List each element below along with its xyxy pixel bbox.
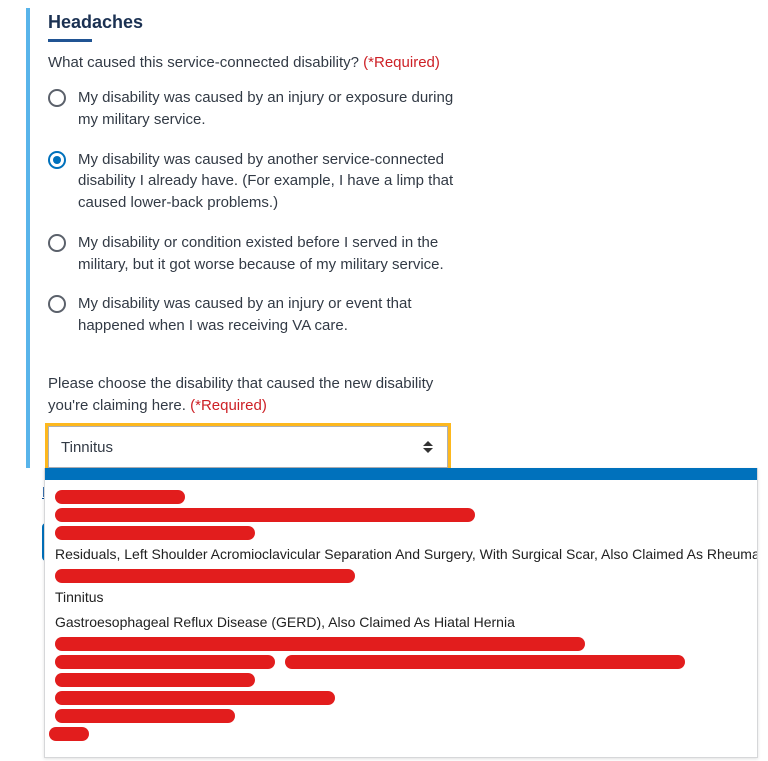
dropdown-option-gerd[interactable]: Gastroesophageal Reflux Disease (GERD), … (55, 610, 747, 635)
radio-label: My disability was caused by an injury or… (78, 293, 468, 337)
cause-radio-group: My disability was caused by an injury or… (48, 87, 768, 337)
radio-icon (48, 89, 66, 107)
cause-option-va-care[interactable]: My disability was caused by an injury or… (48, 293, 468, 337)
dropdown-option-redacted[interactable] (55, 488, 747, 506)
causing-disability-select-wrap: Tinnitus (48, 426, 448, 468)
dropdown-option-redacted[interactable] (55, 653, 747, 671)
select-value: Tinnitus (61, 439, 113, 456)
dropdown-option-redacted[interactable] (55, 524, 747, 542)
redaction-icon (285, 655, 685, 669)
required-indicator: (*Required) (363, 54, 440, 71)
dropdown-option-redacted[interactable] (55, 567, 747, 585)
dropdown-option-residuals-shoulder[interactable]: Residuals, Left Shoulder Acromioclavicul… (55, 542, 747, 567)
dropdown-option-redacted[interactable] (55, 671, 747, 689)
causing-disability-question: Please choose the disability that caused… (48, 373, 448, 417)
question-text: What caused this service-connected disab… (48, 54, 359, 71)
radio-label: My disability was caused by another serv… (78, 149, 468, 214)
cause-option-preexisting-worsened[interactable]: My disability or condition existed befor… (48, 232, 468, 276)
dropdown-option-redacted[interactable] (49, 725, 747, 743)
cause-option-secondary-disability[interactable]: My disability was caused by another serv… (48, 149, 468, 214)
disability-cause-form: Headaches What caused this service-conne… (0, 0, 768, 601)
dropdown-highlight-bar (45, 468, 757, 480)
redaction-icon (55, 490, 185, 504)
radio-label: My disability was caused by an injury or… (78, 87, 468, 131)
cause-question: What caused this service-connected disab… (48, 54, 768, 71)
radio-icon (48, 151, 66, 169)
dropdown-option-redacted[interactable] (55, 506, 747, 524)
cause-option-injury-exposure[interactable]: My disability was caused by an injury or… (48, 87, 468, 131)
dropdown-option-redacted[interactable] (55, 635, 747, 653)
redaction-icon (55, 709, 235, 723)
redaction-icon (55, 569, 355, 583)
dropdown-option-redacted[interactable] (55, 689, 747, 707)
radio-icon (48, 234, 66, 252)
option-label: Gastroesophageal Reflux Disease (GERD), … (55, 612, 515, 633)
redaction-icon (55, 691, 335, 705)
disability-dropdown-panel[interactable]: Residuals, Left Shoulder Acromioclavicul… (44, 468, 758, 758)
redaction-icon (55, 673, 255, 687)
causing-disability-select[interactable]: Tinnitus (48, 426, 448, 468)
dropdown-option-tinnitus[interactable]: Tinnitus (55, 585, 747, 610)
option-label: Residuals, Left Shoulder Acromioclavicul… (55, 544, 757, 565)
content-region: Headaches What caused this service-conne… (26, 8, 768, 468)
radio-label: My disability or condition existed befor… (78, 232, 468, 276)
radio-icon (48, 295, 66, 313)
section-title: Headaches (48, 12, 768, 33)
dropdown-options-list: Residuals, Left Shoulder Acromioclavicul… (45, 480, 757, 757)
redaction-icon (55, 526, 255, 540)
dropdown-option-redacted[interactable] (55, 707, 747, 725)
redaction-icon (55, 637, 585, 651)
redaction-icon (55, 655, 275, 669)
redaction-icon (49, 727, 89, 741)
redaction-icon (55, 508, 475, 522)
option-label: Tinnitus (55, 587, 104, 608)
required-indicator: (*Required) (190, 397, 267, 414)
title-underline (48, 39, 92, 42)
